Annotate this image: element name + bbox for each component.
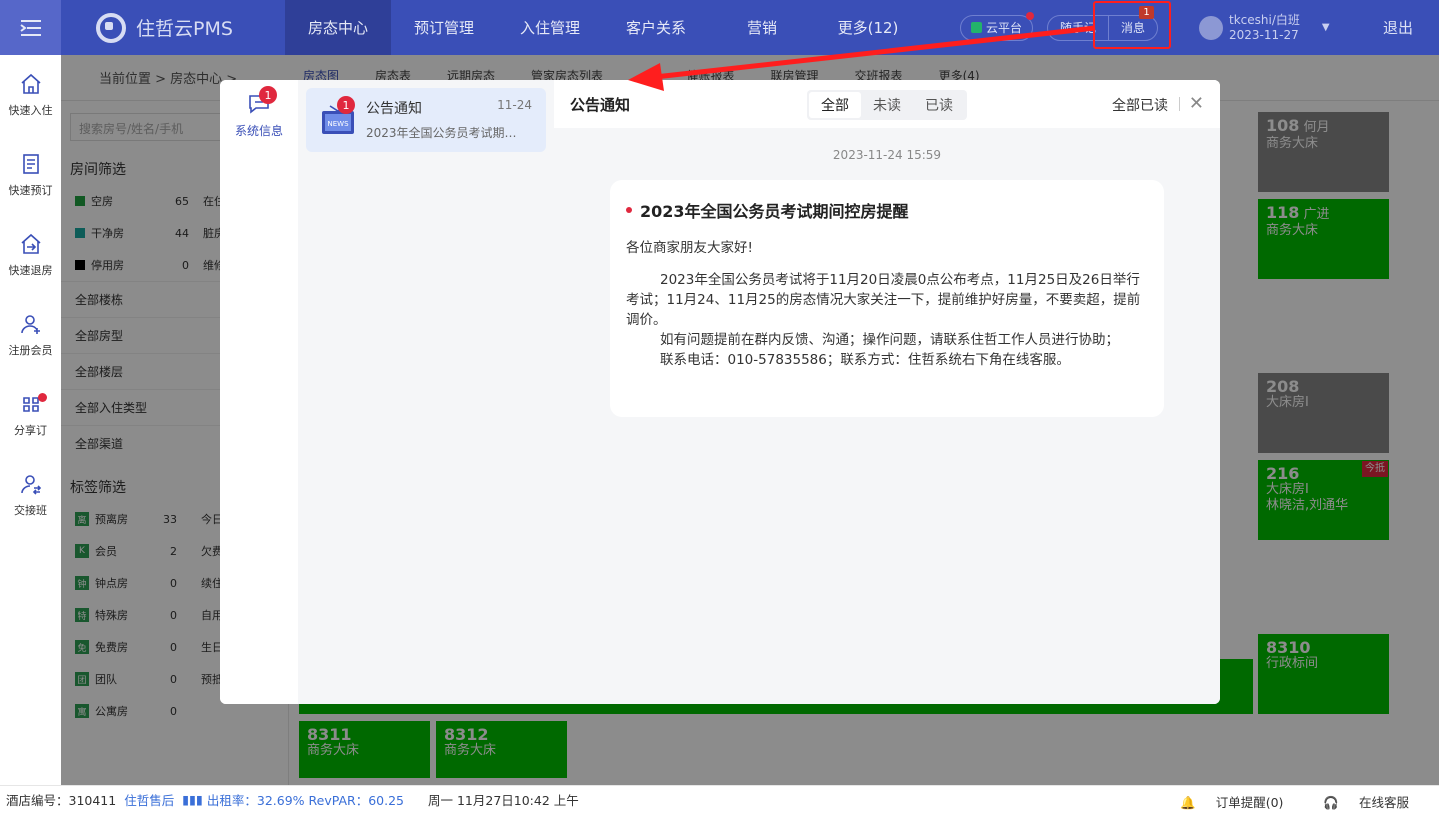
nav-label: 系统信息 [234,124,283,138]
online-service-label: 在线客服 [1358,795,1409,810]
list-item-date: 11-24 [497,98,532,112]
cloud-notification-dot [1025,11,1034,20]
nav-more[interactable]: 更多(12) [815,0,921,55]
handover-icon [20,475,41,495]
headset-icon: 🎧 [1323,795,1339,810]
rail-share-booking[interactable]: 分享订 [0,375,61,455]
nav-booking[interactable]: 预订管理 [391,0,497,55]
rail-handover[interactable]: 交接班 [0,455,61,535]
message-paragraph: 如有问题提前在群内反馈、沟通；操作问题，请联系住哲工作人员进行协助； [660,332,1119,348]
highlight-box [1093,1,1171,49]
bar-chart-icon: ▮▮▮ [182,792,203,807]
current-datetime: 周一 11月27日10:42 上午 [427,793,579,808]
rail-quick-checkout[interactable]: 快速退房 [0,215,61,295]
message-greeting: 各位商家朋友大家好! [626,240,753,256]
add-user-icon [20,315,40,334]
list-item-title: 公告通知 [366,101,422,117]
logo-icon [96,12,126,43]
rail-register-member[interactable]: 注册会员 [0,295,61,375]
document-icon [22,154,39,174]
news-icon: NEWS 1 [320,96,356,138]
list-item-preview: 2023年全国公务员考试期间控房提醒 [366,126,526,140]
app-logo[interactable]: 住哲云PMS [61,12,285,43]
home-icon [20,73,41,94]
rail-label: 分享订 [14,424,47,437]
bell-icon: 🔔 [1180,795,1196,810]
user-menu[interactable]: tkceshi/白班 2023-11-27 ▼ [1199,13,1357,43]
top-right-area: 云平台 随手记 消息 tkceshi/白班 2023-11-27 ▼ 退出 [959,0,1439,55]
rail-quick-booking[interactable]: 快速预订 [0,135,61,215]
message-center-modal: 1 系统信息 NEWS 1 公告通知 11-24 2023年全国公务员考试期间控… [220,80,1220,704]
mark-all-read-button[interactable]: 全部已读 [1112,95,1168,115]
avatar [1199,15,1223,40]
tab-unread[interactable]: 未读 [861,92,913,118]
detail-title: 公告通知 [570,95,631,114]
news-icon-text: NEWS [327,120,349,128]
message-detail-pane: 公告通知 全部 未读 已读 全部已读 ✕ 2023-11-24 15:59 20… [554,80,1220,704]
hotel-id: 酒店编号：310411 [6,793,117,808]
tab-read[interactable]: 已读 [913,92,965,118]
quick-action-rail: 快速入住 快速预订 快速退房 注册会员 分享订 交接班 [0,55,61,785]
tab-all[interactable]: 全部 [809,92,861,118]
after-sales-link[interactable]: 住哲售后 [124,790,174,809]
rail-label: 交接班 [14,504,47,517]
message-timestamp: 2023-11-24 15:59 [832,148,942,162]
rail-label: 注册会员 [8,344,53,357]
order-alert-label: 订单提醒(0) [1215,795,1284,810]
divider [1179,97,1180,111]
user-name: tkceshi/白班 [1229,12,1300,27]
cloud-platform-button[interactable]: 云平台 [959,11,1034,41]
read-filter-tabs: 全部 未读 已读 [807,90,967,120]
cloud-label: 云平台 [985,21,1022,35]
top-bar: 住哲云PMS 房态中心 预订管理 入住管理 客户关系 营销 更多(12) 云平台… [0,0,1439,55]
logout-button[interactable]: 退出 [1357,17,1439,38]
close-icon[interactable]: ✕ [1189,93,1204,114]
occupancy-stats: 出租率：32.69% RevPAR：60.25 [206,793,404,808]
message-paragraph: 2023年全国公务员考试将于11月20日凌晨0点公布考点，11月25日及26日举… [626,272,1141,328]
rail-quick-checkin[interactable]: 快速入住 [0,55,61,135]
status-bar: 酒店编号：310411 住哲售后 ▮▮▮ 出租率：32.69% RevPAR：6… [0,785,1439,813]
unread-badge: 1 [337,96,355,114]
nav-marketing[interactable]: 营销 [709,0,815,55]
online-service-button[interactable]: 🎧 在线客服 [1303,792,1409,811]
cloud-icon [970,22,982,33]
unread-badge: 1 [259,86,277,104]
unread-dot [626,207,632,213]
nav-room-center[interactable]: 房态中心 [285,0,391,55]
nav-crm[interactable]: 客户关系 [603,0,709,55]
message-title: 2023年全国公务员考试期间控房提醒 [640,202,909,221]
nav-system-info[interactable]: 1 系统信息 [220,86,298,139]
order-alert-button[interactable]: 🔔 订单提醒(0) [1160,792,1283,811]
notification-dot [38,393,47,402]
message-list: NEWS 1 公告通知 11-24 2023年全国公务员考试期间控房提醒 [298,80,554,704]
main-nav: 房态中心 预订管理 入住管理 客户关系 营销 更多(12) [285,0,921,55]
checkout-icon [20,233,41,254]
detail-header: 公告通知 全部 未读 已读 全部已读 ✕ [554,80,1220,128]
hamburger-icon [19,19,41,36]
chevron-down-icon: ▼ [1321,22,1330,33]
rail-label: 快速退房 [8,264,53,277]
logo-text: 住哲云PMS [136,18,233,40]
rail-label: 快速预订 [8,184,53,197]
list-item[interactable]: NEWS 1 公告通知 11-24 2023年全国公务员考试期间控房提醒 [306,88,546,152]
message-paragraph: 联系电话：010-57835586；联系方式：住哲系统右下角在线客服。 [660,352,1070,368]
nav-checkin[interactable]: 入住管理 [497,0,603,55]
message-category-nav: 1 系统信息 [220,80,298,704]
rail-label: 快速入住 [8,104,53,117]
message-card: 2023年全国公务员考试期间控房提醒 各位商家朋友大家好! 2023年全国公务员… [610,180,1164,417]
user-date: 2023-11-27 [1229,27,1299,42]
menu-toggle-button[interactable] [0,0,61,55]
